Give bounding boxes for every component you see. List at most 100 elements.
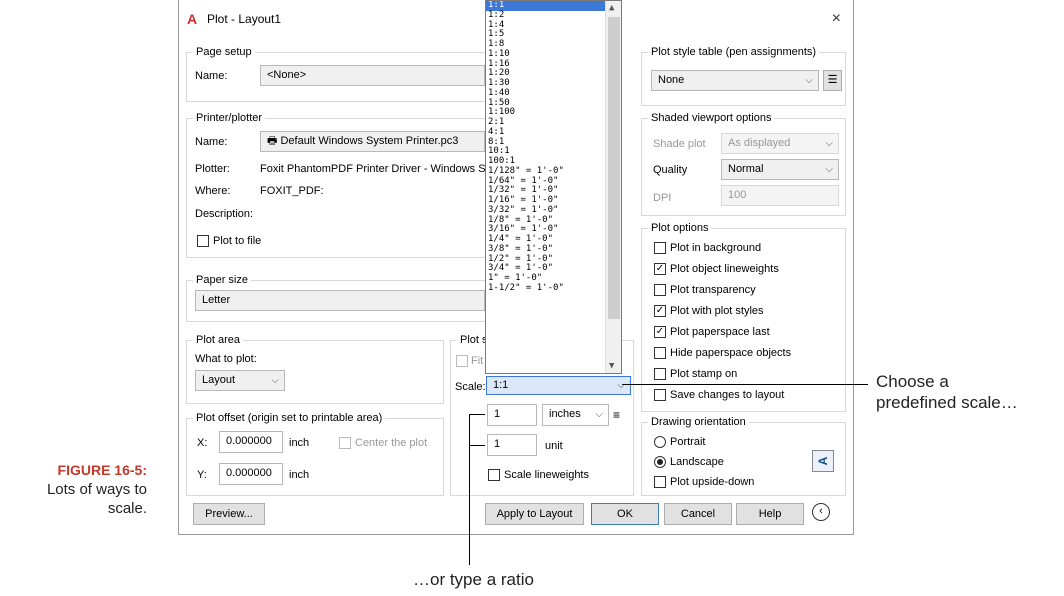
what-to-plot-select[interactable]: Layout ⌵ <box>195 370 285 391</box>
chevron-down-icon: ⌵ <box>595 409 603 420</box>
cancel-button[interactable]: Cancel <box>664 503 732 525</box>
chevron-down-icon: ⌵ <box>617 380 625 391</box>
scale-label: Scale: <box>455 381 486 393</box>
plot-option-checkbox[interactable] <box>654 347 666 359</box>
plot-option-checkbox[interactable] <box>654 368 666 380</box>
page-setup-name-value: <None> <box>267 69 307 81</box>
apply-to-layout-button[interactable]: Apply to Layout <box>485 503 584 525</box>
center-plot-checkbox[interactable] <box>339 437 351 449</box>
where-value: FOXIT_PDF: <box>260 185 324 197</box>
help-button[interactable]: Help <box>736 503 804 525</box>
plot-option-checkbox[interactable]: ✓ <box>654 305 666 317</box>
quality-select[interactable]: Normal ⌵ <box>721 159 839 180</box>
scale-lineweights-checkbox[interactable] <box>488 469 500 481</box>
chevron-down-icon: ⌵ <box>271 375 279 386</box>
plot-option-label: Plot paperspace last <box>670 326 770 338</box>
ok-button[interactable]: OK <box>591 503 659 525</box>
scale-option[interactable]: 1:5 <box>486 29 621 40</box>
landscape-radio[interactable] <box>654 456 666 468</box>
offset-y-input[interactable]: 0.000000 <box>219 463 283 485</box>
plot-style-title: Plot style table (pen assignments) <box>648 46 820 58</box>
equals-icon: ≡ <box>613 408 621 422</box>
offset-y-label: Y: <box>197 469 207 481</box>
scroll-down-icon[interactable]: ▼ <box>609 361 614 371</box>
shaded-viewport-title: Shaded viewport options <box>648 112 775 124</box>
what-to-plot-label: What to plot: <box>195 353 257 365</box>
plot-to-file-label: Plot to file <box>213 235 262 247</box>
scroll-thumb[interactable] <box>608 17 620 319</box>
page-setup-name-label: Name: <box>195 70 228 82</box>
center-plot-label: Center the plot <box>355 437 428 449</box>
scale-option[interactable]: 1:1 <box>486 1 621 11</box>
scale-option[interactable]: 1:4 <box>486 20 621 31</box>
orientation-preview-icon: A <box>812 450 834 472</box>
scale-option[interactable]: 1:2 <box>486 10 621 21</box>
scale-lineweights-label: Scale lineweights <box>504 469 589 481</box>
plot-option-label: Plot with plot styles <box>670 305 764 317</box>
figure-caption-line-2: scale. <box>107 500 147 517</box>
printer-name-select[interactable]: 🖶 Default Windows System Printer.pc3 <box>260 131 485 152</box>
close-button[interactable]: × <box>832 10 841 28</box>
fit-to-paper-checkbox[interactable] <box>456 355 468 367</box>
scroll-up-icon[interactable]: ▲ <box>609 3 614 13</box>
plot-area-title: Plot area <box>193 334 244 346</box>
printer-icon: 🖶 <box>267 135 281 147</box>
description-label: Description: <box>195 208 254 220</box>
unit-input[interactable]: 1 <box>487 434 537 456</box>
preview-button[interactable]: Preview... <box>193 503 265 525</box>
paper-size-select[interactable]: Letter <box>195 290 485 311</box>
scale-option[interactable]: 1-1/2" = 1'-0" <box>486 283 621 294</box>
plot-area-group: Plot area What to plot: Layout ⌵ <box>186 334 444 404</box>
what-to-plot-value: Layout <box>202 374 236 386</box>
plot-option-label: Plot transparency <box>670 284 756 296</box>
plot-option-checkbox[interactable] <box>654 389 666 401</box>
collapse-arrow-icon[interactable]: ‹ <box>812 503 830 521</box>
paper-size-value: Letter <box>202 294 231 306</box>
plot-to-file-checkbox[interactable] <box>197 235 209 247</box>
plot-style-value: None <box>658 74 685 86</box>
offset-x-unit: inch <box>289 437 310 449</box>
chevron-down-icon: ⌵ <box>825 138 833 149</box>
annotation-leader-right <box>622 384 868 385</box>
scale-dropdown-list[interactable]: 1:1 1:2 1:4 1:5 1:8 1:10 1:16 1:20 1:30 1:40 1:50 1… <box>485 0 622 374</box>
where-label: Where: <box>195 185 231 197</box>
plot-option-checkbox[interactable] <box>654 284 666 296</box>
plot-style-select[interactable]: None ⌵ <box>651 70 819 91</box>
printer-name-label: Name: <box>195 136 228 148</box>
page-setup-name-select[interactable]: <None> <box>260 65 485 86</box>
paper-size-group: Paper size Letter <box>186 274 486 322</box>
scale-option[interactable]: 4:1 <box>486 127 621 138</box>
dpi-value: 100 <box>728 189 747 201</box>
dpi-input[interactable]: 100 <box>721 185 839 206</box>
inches-input[interactable]: 1 <box>487 404 537 426</box>
edit-plot-style-button[interactable]: ☰ <box>823 70 842 91</box>
scale-option[interactable]: 1:100 <box>486 107 621 118</box>
plot-option-checkbox[interactable]: ✓ <box>654 326 666 338</box>
unit-input-value: 1 <box>494 438 501 450</box>
plot-option-checkbox[interactable] <box>654 242 666 254</box>
shade-plot-label: Shade plot <box>653 138 706 150</box>
drawing-orientation-title: Drawing orientation <box>648 416 749 428</box>
chevron-down-icon: ⌵ <box>825 164 833 175</box>
portrait-radio[interactable] <box>654 436 666 448</box>
plot-option-label: Hide paperspace objects <box>670 347 792 359</box>
figure-number: FIGURE 16-5: <box>57 462 147 478</box>
printer-plotter-title: Printer/plotter <box>193 112 266 124</box>
offset-x-input[interactable]: 0.000000 <box>219 431 283 453</box>
dropdown-scrollbar[interactable]: ▲ ▼ <box>605 1 621 373</box>
paper-size-title: Paper size <box>193 274 251 286</box>
plot-option-checkbox[interactable]: ✓ <box>654 263 666 275</box>
plot-offset-group: Plot offset (origin set to printable are… <box>186 412 444 496</box>
shade-plot-select[interactable]: As displayed ⌵ <box>721 133 839 154</box>
scale-option[interactable]: 2:1 <box>486 117 621 128</box>
page-setup-title: Page setup <box>193 46 255 58</box>
figure-caption-line-1: Lots of ways to <box>46 481 147 498</box>
quality-value: Normal <box>728 163 764 175</box>
offset-x-value: 0.000000 <box>226 435 272 447</box>
upside-down-label: Plot upside-down <box>670 476 755 488</box>
upside-down-checkbox[interactable] <box>654 476 666 488</box>
plot-options-title: Plot options <box>648 222 712 234</box>
scale-select[interactable]: 1:1 ⌵ <box>486 376 631 395</box>
annotation-bottom: …or type a ratio <box>413 570 534 589</box>
units-select[interactable]: inches ⌵ <box>542 404 609 426</box>
